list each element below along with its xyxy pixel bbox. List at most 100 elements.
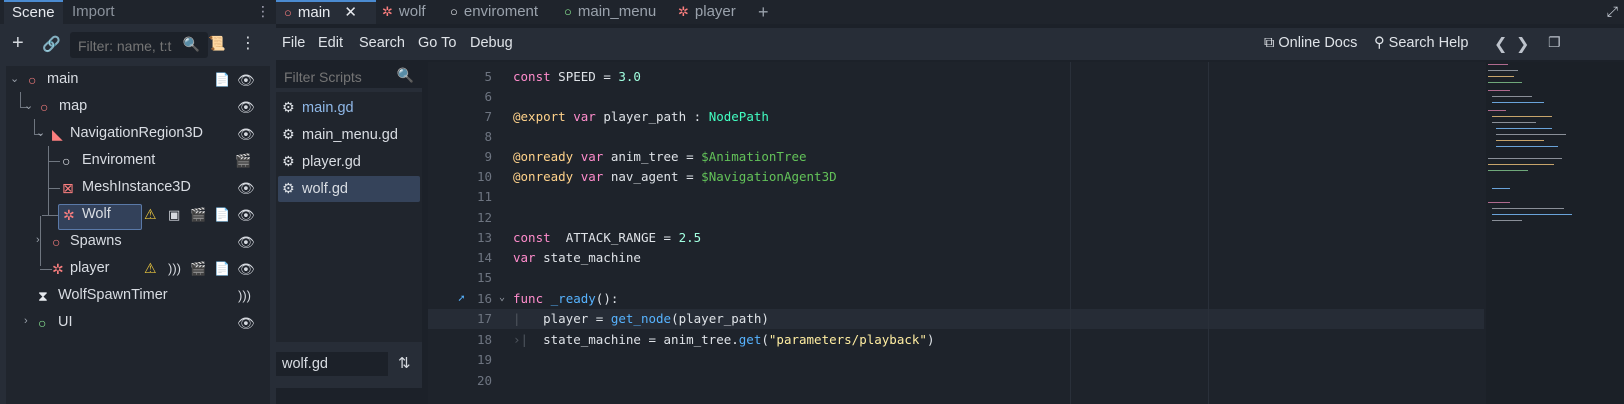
visibility-eye-icon[interactable]: 👁	[237, 315, 255, 332]
signal-icon[interactable]: )))	[238, 288, 251, 303]
distraction-free-icon[interactable]: ⤢	[1607, 3, 1618, 20]
add-tab-icon[interactable]: +	[758, 0, 769, 24]
menu-edit[interactable]: Edit	[318, 35, 343, 51]
tree-row-player[interactable]: ✲ player ⚠ ))) 🎬 📄 👁	[6, 256, 270, 282]
tree-row-spawns[interactable]: › ○ Spawns 👁	[6, 229, 270, 255]
scene-filter[interactable]: 🔍	[70, 32, 208, 58]
script-filter[interactable]: 🔍	[276, 62, 422, 88]
clapper-icon[interactable]: 🎬	[235, 153, 251, 169]
character-icon: ✲	[382, 4, 393, 19]
tab-scene[interactable]: Scene	[4, 0, 63, 24]
minimap[interactable]	[1486, 62, 1624, 404]
character-icon: ✲	[52, 261, 64, 277]
code-line: @onready var anim_tree = $AnimationTree	[513, 149, 807, 164]
help-search-icon: ⚲	[1374, 35, 1385, 51]
tab-label: enviroment	[463, 3, 539, 20]
current-file-label: wolf.gd	[282, 356, 328, 372]
link-icon[interactable]: 🔗	[42, 35, 61, 53]
fold-arrow-icon[interactable]: ⌄	[499, 292, 505, 303]
close-icon[interactable]: ✕	[344, 4, 357, 21]
script-icon[interactable]: 📄	[214, 207, 230, 223]
signal-icon[interactable]: )))	[168, 261, 181, 276]
menu-search[interactable]: Search	[359, 35, 405, 51]
script-attach-icon[interactable]: 📜	[208, 35, 225, 52]
tab-label: player	[694, 3, 736, 20]
connection-icon[interactable]: ➚	[458, 292, 465, 305]
script-filter-input[interactable]	[282, 68, 404, 86]
add-node-icon[interactable]: +	[12, 32, 24, 55]
tab-import[interactable]: Import	[64, 0, 123, 24]
sort-icon[interactable]: ⇅	[398, 354, 411, 372]
line-number: 17	[476, 311, 492, 326]
tree-row-wolfspawntimer[interactable]: ⧗ WolfSpawnTimer )))	[6, 283, 270, 309]
dock-tabs: Scene Import ⋮	[0, 0, 276, 24]
line-number: 18	[476, 332, 492, 347]
clapper-icon[interactable]: 🎬	[190, 261, 206, 277]
tab-main-menu[interactable]: ○ main_menu	[564, 0, 656, 24]
tab-player[interactable]: ✲ player	[678, 0, 736, 24]
tree-row-wolf[interactable]: ✲ Wolf ⚠ ▣ 🎬 📄 👁	[6, 202, 270, 230]
node3d-icon: ○	[28, 72, 37, 88]
line-number: 13	[476, 230, 492, 245]
online-docs-button[interactable]: ⧉ Online Docs	[1264, 35, 1357, 51]
method-filter[interactable]	[276, 388, 422, 404]
line-number: 14	[476, 250, 492, 265]
expand-arrow-icon[interactable]: ›	[36, 234, 40, 246]
visibility-eye-icon[interactable]: 👁	[237, 126, 255, 143]
more-menu-icon[interactable]: ⋮	[240, 33, 256, 53]
search-help-button[interactable]: ⚲ Search Help	[1374, 35, 1468, 51]
visibility-eye-icon[interactable]: 👁	[237, 180, 255, 197]
clapper-icon[interactable]: 🎬	[190, 207, 206, 223]
script-name: main.gd	[302, 100, 354, 116]
menu-debug[interactable]: Debug	[470, 35, 513, 51]
menu-goto[interactable]: Go To	[418, 35, 456, 51]
line-number: 20	[476, 373, 492, 388]
scene-tree: ⌄ ○ main 📄 👁 ⌄ ○ map 👁 ⌄ ◣ NavigationReg…	[6, 66, 270, 404]
warning-icon[interactable]: ⚠	[144, 260, 157, 277]
tree-row-meshinstance3d[interactable]: ⊠ MeshInstance3D 👁	[6, 175, 270, 201]
tree-row-main[interactable]: ⌄ ○ main 📄 👁	[6, 67, 270, 93]
scene-toolbar: + 🔗 🔍 📜 ⋮	[0, 28, 276, 64]
tab-wolf[interactable]: ✲ wolf	[382, 0, 426, 24]
warning-icon[interactable]: ⚠	[144, 206, 157, 223]
script-item-wolf[interactable]: ⚙ wolf.gd	[278, 176, 420, 202]
timer-icon: ⧗	[38, 288, 48, 304]
gear-icon: ⚙	[282, 99, 295, 115]
line-number: 6	[484, 89, 492, 104]
expand-arrow-icon[interactable]: ›	[24, 315, 28, 327]
visibility-eye-icon[interactable]: 👁	[237, 99, 255, 116]
script-icon[interactable]: 📄	[214, 261, 230, 277]
collapse-arrow-icon[interactable]: ⌄	[24, 99, 33, 112]
tree-row-navigationregion3d[interactable]: ⌄ ◣ NavigationRegion3D 👁	[6, 121, 270, 147]
current-file-field[interactable]: wolf.gd	[276, 352, 388, 376]
menu-file[interactable]: File	[282, 35, 305, 51]
visibility-eye-icon[interactable]: 👁	[237, 207, 255, 224]
tree-row-enviroment[interactable]: ○ Enviroment 🎬	[6, 148, 270, 174]
dock-menu-icon[interactable]: ⋮	[256, 3, 270, 20]
history-forward-icon[interactable]: ❯	[1516, 34, 1529, 54]
external-link-icon: ⧉	[1264, 35, 1275, 51]
line-number: 7	[484, 109, 492, 124]
script-item-main-menu[interactable]: ⚙ main_menu.gd	[278, 122, 420, 148]
visibility-eye-icon[interactable]: 👁	[237, 72, 255, 89]
collapse-arrow-icon[interactable]: ⌄	[10, 72, 19, 85]
tab-main[interactable]: ○ main ✕	[276, 0, 376, 24]
instance-icon[interactable]: ▣	[168, 207, 180, 223]
visibility-eye-icon[interactable]: 👁	[237, 261, 255, 278]
tab-enviroment[interactable]: ○ enviroment	[450, 0, 538, 24]
script-menubar: File Edit Search Go To Debug ⧉ Online Do…	[276, 28, 1624, 60]
tree-row-map[interactable]: ⌄ ○ map 👁	[6, 94, 270, 120]
script-item-player[interactable]: ⚙ player.gd	[278, 149, 420, 175]
scene-filter-input[interactable]	[76, 37, 188, 55]
collapse-arrow-icon[interactable]: ⌄	[36, 126, 45, 139]
tree-row-ui[interactable]: › ○ UI 👁	[6, 310, 270, 336]
visibility-eye-icon[interactable]: 👁	[237, 234, 255, 251]
tree-label: Spawns	[70, 233, 122, 249]
script-icon[interactable]: 📄	[214, 72, 230, 88]
circle-icon: ○	[564, 4, 572, 19]
script-item-main[interactable]: ⚙ main.gd	[278, 95, 420, 121]
line-number: 10	[476, 169, 492, 184]
code-editor[interactable]: 5 6 7 8 9 10 11 12 13 14 15 16 17 18 19 …	[428, 62, 1624, 404]
history-back-icon[interactable]: ❮	[1494, 34, 1507, 54]
float-window-icon[interactable]: ❐	[1548, 34, 1561, 51]
